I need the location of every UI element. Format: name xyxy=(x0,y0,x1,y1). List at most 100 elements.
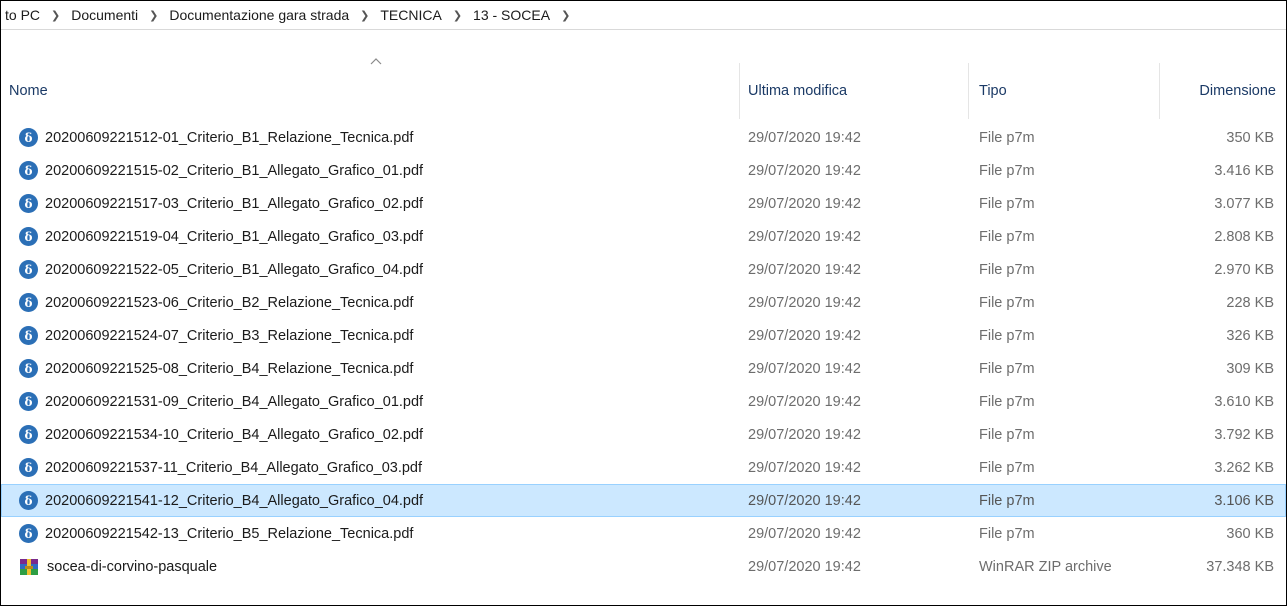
chevron-right-icon[interactable]: ❯ xyxy=(140,9,167,22)
file-type: File p7m xyxy=(979,360,1035,377)
file-row[interactable]: socea-di-corvino-pasquale 29/07/2020 19:4… xyxy=(1,550,1286,583)
file-size: 326 KB xyxy=(1226,327,1274,344)
chevron-right-icon[interactable]: ❯ xyxy=(444,9,471,22)
breadcrumb-item-documentazione[interactable]: Documentazione gara strada xyxy=(167,7,351,23)
file-name: 20200609221517-03_Criterio_B1_Allegato_G… xyxy=(45,195,424,212)
file-type: File p7m xyxy=(979,129,1035,146)
file-name-cell[interactable]: δ 20200609221522-05_Criterio_B1_Allegato_… xyxy=(19,253,423,286)
file-name-cell[interactable]: δ 20200609221517-03_Criterio_B1_Allegato_… xyxy=(19,187,423,220)
file-size: 309 KB xyxy=(1226,360,1274,377)
chevron-right-icon[interactable]: ❯ xyxy=(42,9,69,22)
file-name: socea-di-corvino-pasquale xyxy=(47,558,218,575)
file-row[interactable]: δ 20200609221542-13_Criterio_B5_Relazione… xyxy=(1,517,1286,550)
p7m-file-icon: δ xyxy=(19,293,38,312)
chevron-right-icon[interactable]: ❯ xyxy=(552,9,579,22)
file-type: File p7m xyxy=(979,459,1035,476)
file-name-cell[interactable]: δ 20200609221523-06_Criterio_B2_Relazione… xyxy=(19,286,413,319)
column-header-row: Nome Ultima modifica Tipo Dimensione xyxy=(1,58,1286,121)
file-name-cell[interactable]: δ 20200609221531-09_Criterio_B4_Allegato_… xyxy=(19,385,423,418)
file-name-cell[interactable]: δ 20200609221537-11_Criterio_B4_Allegato_… xyxy=(19,451,422,484)
file-name-cell[interactable]: δ 20200609221519-04_Criterio_B1_Allegato_… xyxy=(19,220,423,253)
file-name-cell[interactable]: δ 20200609221534-10_Criterio_B4_Allegato_… xyxy=(19,418,423,451)
file-name-cell[interactable]: δ 20200609221515-02_Criterio_B1_Allegato_… xyxy=(19,154,423,187)
file-modified: 29/07/2020 19:42 xyxy=(748,558,861,575)
column-header-size[interactable]: Dimensione xyxy=(1160,61,1286,121)
breadcrumb-item-pc[interactable]: to PC xyxy=(3,7,42,23)
file-size: 2.970 KB xyxy=(1214,261,1274,278)
p7m-file-icon: δ xyxy=(19,260,38,279)
file-type: File p7m xyxy=(979,393,1035,410)
file-modified: 29/07/2020 19:42 xyxy=(748,426,861,443)
file-name-cell[interactable]: δ 20200609221524-07_Criterio_B3_Relazione… xyxy=(19,319,413,352)
file-type: File p7m xyxy=(979,195,1035,212)
breadcrumb[interactable]: to PC ❯ Documenti ❯ Documentazione gara … xyxy=(1,1,1286,30)
file-name: 20200609221522-05_Criterio_B1_Allegato_G… xyxy=(45,261,424,278)
breadcrumb-item-socea[interactable]: 13 - SOCEA xyxy=(471,7,552,23)
file-modified: 29/07/2020 19:42 xyxy=(748,492,861,509)
file-name-cell[interactable]: δ 20200609221542-13_Criterio_B5_Relazione… xyxy=(19,517,413,550)
file-row[interactable]: δ 20200609221524-07_Criterio_B3_Relazione… xyxy=(1,319,1286,352)
file-name-cell[interactable]: δ 20200609221541-12_Criterio_B4_Allegato_… xyxy=(19,484,423,517)
file-name: 20200609221531-09_Criterio_B4_Allegato_G… xyxy=(45,393,424,410)
file-type: File p7m xyxy=(979,228,1035,245)
p7m-file-icon: δ xyxy=(19,458,38,477)
chevron-right-icon[interactable]: ❯ xyxy=(351,9,378,22)
file-size: 3.106 KB xyxy=(1214,492,1274,509)
file-size: 360 KB xyxy=(1226,525,1274,542)
file-type: WinRAR ZIP archive xyxy=(979,558,1112,575)
file-name: 20200609221524-07_Criterio_B3_Relazione_… xyxy=(45,327,414,344)
file-name: 20200609221534-10_Criterio_B4_Allegato_G… xyxy=(45,426,424,443)
file-type: File p7m xyxy=(979,492,1035,509)
file-modified: 29/07/2020 19:42 xyxy=(748,393,861,410)
file-modified: 29/07/2020 19:42 xyxy=(748,525,861,542)
column-header-type[interactable]: Tipo xyxy=(971,61,1159,121)
file-modified: 29/07/2020 19:42 xyxy=(748,261,861,278)
file-size: 350 KB xyxy=(1226,129,1274,146)
file-row[interactable]: δ 20200609221531-09_Criterio_B4_Allegato_… xyxy=(1,385,1286,418)
breadcrumb-item-tecnica[interactable]: TECNICA xyxy=(378,7,443,23)
p7m-file-icon: δ xyxy=(19,491,38,510)
p7m-file-icon: δ xyxy=(19,524,38,543)
file-row[interactable]: δ 20200609221517-03_Criterio_B1_Allegato_… xyxy=(1,187,1286,220)
file-row[interactable]: δ 20200609221519-04_Criterio_B1_Allegato_… xyxy=(1,220,1286,253)
file-type: File p7m xyxy=(979,294,1035,311)
file-name-cell[interactable]: δ 20200609221512-01_Criterio_B1_Relazione… xyxy=(19,121,413,154)
breadcrumb-item-documenti[interactable]: Documenti xyxy=(69,7,140,23)
file-row[interactable]: δ 20200609221534-10_Criterio_B4_Allegato_… xyxy=(1,418,1286,451)
file-size: 37.348 KB xyxy=(1206,558,1274,575)
file-name: 20200609221537-11_Criterio_B4_Allegato_G… xyxy=(45,459,423,476)
column-divider[interactable] xyxy=(968,63,969,119)
file-row[interactable]: δ 20200609221515-02_Criterio_B1_Allegato_… xyxy=(1,154,1286,187)
file-type: File p7m xyxy=(979,261,1035,278)
file-name-cell[interactable]: socea-di-corvino-pasquale xyxy=(19,550,217,583)
p7m-file-icon: δ xyxy=(19,359,38,378)
p7m-file-icon: δ xyxy=(19,326,38,345)
file-explorer-window: to PC ❯ Documenti ❯ Documentazione gara … xyxy=(0,0,1287,606)
file-row[interactable]: δ 20200609221512-01_Criterio_B1_Relazione… xyxy=(1,121,1286,154)
file-type: File p7m xyxy=(979,162,1035,179)
file-name: 20200609221519-04_Criterio_B1_Allegato_G… xyxy=(45,228,424,245)
file-row[interactable]: δ 20200609221523-06_Criterio_B2_Relazione… xyxy=(1,286,1286,319)
file-row[interactable]: δ 20200609221522-05_Criterio_B1_Allegato_… xyxy=(1,253,1286,286)
file-size: 2.808 KB xyxy=(1214,228,1274,245)
column-header-modified[interactable]: Ultima modifica xyxy=(740,61,968,121)
p7m-file-icon: δ xyxy=(19,425,38,444)
file-type: File p7m xyxy=(979,525,1035,542)
file-row[interactable]: δ 20200609221537-11_Criterio_B4_Allegato_… xyxy=(1,451,1286,484)
file-name-cell[interactable]: δ 20200609221525-08_Criterio_B4_Relazione… xyxy=(19,352,413,385)
file-size: 3.077 KB xyxy=(1214,195,1274,212)
file-row[interactable]: δ 20200609221541-12_Criterio_B4_Allegato_… xyxy=(1,484,1286,517)
file-size: 3.262 KB xyxy=(1214,459,1274,476)
file-name: 20200609221525-08_Criterio_B4_Relazione_… xyxy=(45,360,414,377)
file-name: 20200609221523-06_Criterio_B2_Relazione_… xyxy=(45,294,414,311)
column-header-name[interactable]: Nome xyxy=(1,61,739,121)
p7m-file-icon: δ xyxy=(19,161,38,180)
p7m-file-icon: δ xyxy=(19,392,38,411)
p7m-file-icon: δ xyxy=(19,227,38,246)
file-row[interactable]: δ 20200609221525-08_Criterio_B4_Relazione… xyxy=(1,352,1286,385)
file-name: 20200609221512-01_Criterio_B1_Relazione_… xyxy=(45,129,414,146)
file-size: 3.416 KB xyxy=(1214,162,1274,179)
file-size: 3.792 KB xyxy=(1214,426,1274,443)
file-modified: 29/07/2020 19:42 xyxy=(748,294,861,311)
file-modified: 29/07/2020 19:42 xyxy=(748,327,861,344)
